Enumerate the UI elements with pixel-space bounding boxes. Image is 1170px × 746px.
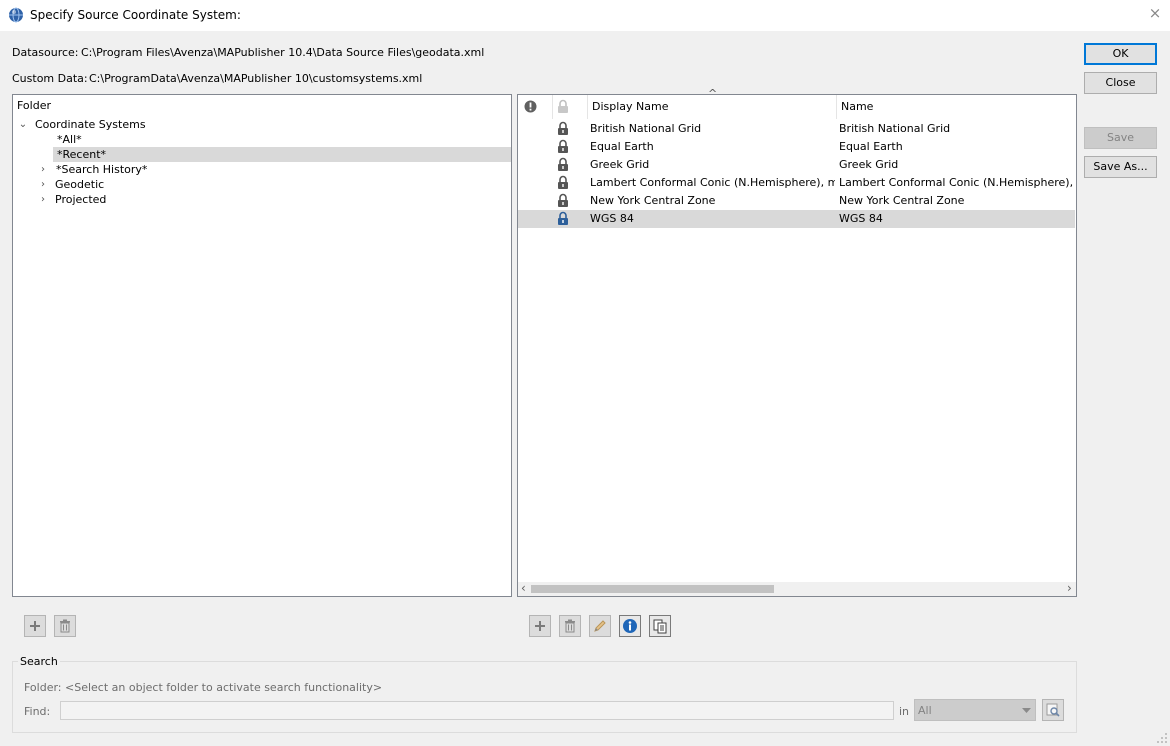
tree-root-coordinate-systems[interactable]: Coordinate Systems xyxy=(35,117,146,132)
lock-icon xyxy=(558,139,568,153)
name-header-label: Name xyxy=(841,100,874,113)
table-header: Display Name ^ Name xyxy=(518,87,1076,119)
title-bar: Specify Source Coordinate System: × xyxy=(0,0,1170,31)
name-cell: Lambert Conformal Conic (N.Hemisphere), … xyxy=(839,176,1075,189)
sort-ascending-icon: ^ xyxy=(708,87,718,100)
custom-data-label: Custom Data: xyxy=(12,72,88,85)
search-scope-select[interactable]: All xyxy=(914,699,1036,721)
search-find-input[interactable] xyxy=(60,701,894,720)
table-row[interactable]: Equal Earth Equal Earth xyxy=(518,138,1075,156)
name-cell: Greek Grid xyxy=(839,158,899,171)
window-title: Specify Source Coordinate System: xyxy=(30,8,241,22)
save-button[interactable]: Save xyxy=(1084,127,1157,149)
folder-tree-panel[interactable]: Folder ⌄ Coordinate Systems *All* *Recen… xyxy=(12,94,512,597)
scroll-right-icon[interactable]: › xyxy=(1067,581,1072,595)
exclamation-icon xyxy=(524,100,537,113)
search-find-label: Find: xyxy=(24,705,51,718)
plus-icon xyxy=(30,621,40,631)
name-cell: WGS 84 xyxy=(839,212,883,225)
scroll-left-icon[interactable]: ‹ xyxy=(521,581,526,595)
search-in-label: in xyxy=(899,705,910,718)
search-group-label: Search xyxy=(18,655,60,668)
lock-icon xyxy=(558,99,568,113)
tree-item-projected[interactable]: Projected xyxy=(55,192,106,207)
chevron-right-icon[interactable]: › xyxy=(38,192,48,207)
plus-icon xyxy=(535,621,545,631)
search-folder-hint: <Select an object folder to activate sea… xyxy=(65,681,383,694)
chevron-down-icon[interactable]: ⌄ xyxy=(18,117,28,132)
info-button[interactable] xyxy=(619,615,641,637)
window-close-button[interactable]: × xyxy=(1148,6,1162,21)
search-button[interactable] xyxy=(1042,699,1064,721)
name-column-header[interactable]: Name xyxy=(837,95,1076,119)
name-cell: British National Grid xyxy=(839,122,951,135)
tree-item-all[interactable]: *All* xyxy=(55,132,513,147)
globe-icon xyxy=(9,7,23,23)
display-name-header-label: Display Name xyxy=(592,100,669,113)
tree-item-geodetic[interactable]: Geodetic xyxy=(55,177,104,192)
display-name-cell: British National Grid xyxy=(590,122,702,135)
lock-icon xyxy=(558,121,568,135)
save-as-button[interactable]: Save As... xyxy=(1084,156,1157,178)
display-name-cell: WGS 84 xyxy=(590,212,634,225)
delete-folder-button[interactable] xyxy=(54,615,76,637)
edit-system-button[interactable] xyxy=(589,615,611,637)
display-name-cell: Greek Grid xyxy=(590,158,650,171)
datasource-value: C:\Program Files\Avenza\MAPublisher 10.4… xyxy=(81,46,485,59)
display-name-cell: Lambert Conformal Conic (N.Hemisphere), … xyxy=(590,176,835,189)
status-column-header[interactable] xyxy=(518,95,553,119)
table-row[interactable]: Greek Grid Greek Grid xyxy=(518,156,1075,174)
copy-system-button[interactable] xyxy=(649,615,671,637)
table-row[interactable]: Lambert Conformal Conic (N.Hemisphere), … xyxy=(518,174,1075,192)
info-icon xyxy=(623,619,637,633)
copy-icon xyxy=(653,619,667,634)
name-cell: Equal Earth xyxy=(839,140,903,153)
trash-icon xyxy=(60,619,70,633)
add-system-button[interactable] xyxy=(529,615,551,637)
tree-item-search-history[interactable]: *Search History* xyxy=(56,162,147,177)
search-group xyxy=(12,661,1077,733)
chevron-down-icon xyxy=(1022,708,1031,713)
table-body: British National Grid British National Gr… xyxy=(518,120,1076,580)
add-folder-button[interactable] xyxy=(24,615,46,637)
lock-icon xyxy=(558,175,568,189)
delete-system-button[interactable] xyxy=(559,615,581,637)
name-cell: New York Central Zone xyxy=(839,194,965,207)
tree-item-recent[interactable]: *Recent* xyxy=(53,147,511,162)
folder-header: Folder xyxy=(17,99,51,112)
search-icon xyxy=(1046,703,1060,717)
close-button[interactable]: Close xyxy=(1084,72,1157,94)
horizontal-scrollbar[interactable]: ‹ › xyxy=(518,581,1076,596)
search-folder-label: Folder: xyxy=(24,681,62,694)
chevron-right-icon[interactable]: › xyxy=(38,162,48,177)
table-row[interactable]: New York Central Zone New York Central Zo… xyxy=(518,192,1075,210)
lock-column-header[interactable] xyxy=(553,95,588,119)
display-name-cell: New York Central Zone xyxy=(590,194,716,207)
display-name-cell: Equal Earth xyxy=(590,140,654,153)
scrollbar-thumb[interactable] xyxy=(531,585,774,593)
table-row[interactable]: British National Grid British National Gr… xyxy=(518,120,1075,138)
chevron-right-icon[interactable]: › xyxy=(38,177,48,192)
custom-data-value: C:\ProgramData\Avenza\MAPublisher 10\cus… xyxy=(89,72,423,85)
datasource-label: Datasource: xyxy=(12,46,79,59)
resize-grip-icon[interactable] xyxy=(1156,732,1168,744)
search-scope-value: All xyxy=(918,704,932,717)
table-row[interactable]: WGS 84 WGS 84 xyxy=(518,210,1075,228)
lock-icon xyxy=(558,211,568,225)
coordinate-systems-table[interactable]: Display Name ^ Name British National Gri… xyxy=(517,87,1077,597)
ok-button[interactable]: OK xyxy=(1084,43,1157,65)
pencil-icon xyxy=(594,620,606,632)
trash-icon xyxy=(565,619,575,633)
lock-icon xyxy=(558,157,568,171)
lock-icon xyxy=(558,193,568,207)
